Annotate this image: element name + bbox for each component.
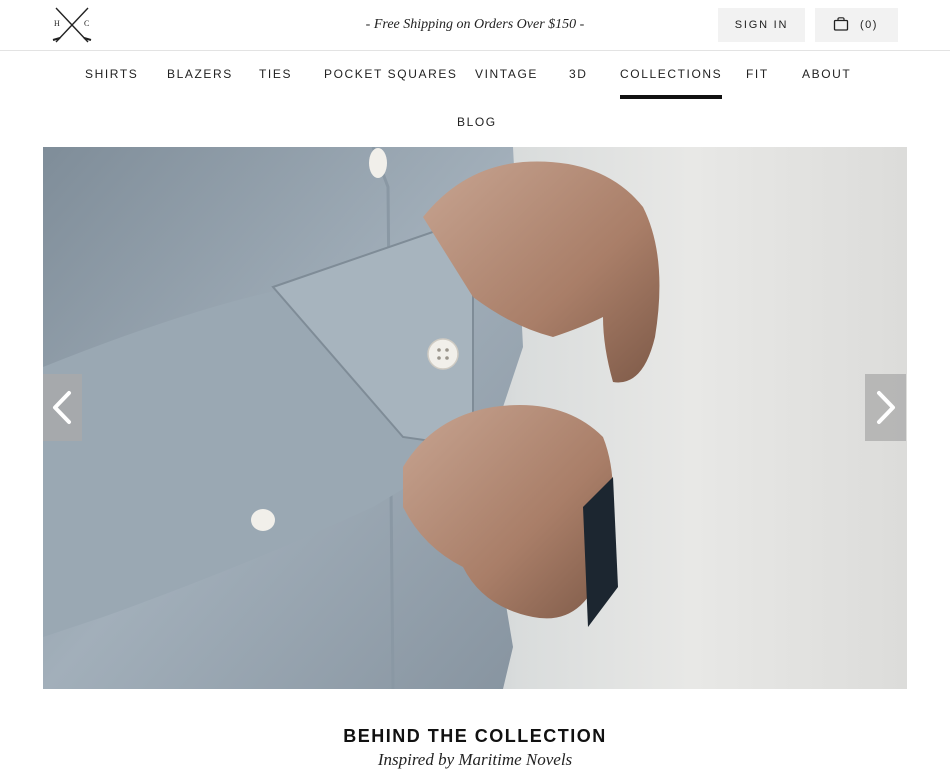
top-bar: H C - Free Shipping on Orders Over $150 … <box>0 0 950 51</box>
cart-count: (0) <box>860 19 878 31</box>
cart-button[interactable]: (0) <box>815 8 898 42</box>
nav-item-about[interactable]: ABOUT <box>802 67 851 81</box>
nav-item-3d[interactable]: 3D <box>569 67 588 81</box>
nav-item-vintage[interactable]: VINTAGE <box>475 67 538 81</box>
carousel-prev-button[interactable] <box>43 374 82 441</box>
hero-image <box>43 147 907 689</box>
collection-title: BEHIND THE COLLECTION <box>343 726 607 746</box>
carousel-next-button[interactable] <box>865 374 906 441</box>
chevron-left-icon <box>53 391 71 424</box>
main-navigation: SHIRTS BLAZERS TIES POCKET SQUARES VINTA… <box>0 51 950 146</box>
sign-in-button[interactable]: SIGN IN <box>718 8 805 42</box>
nav-item-pocket-squares[interactable]: POCKET SQUARES <box>324 67 458 81</box>
nav-item-shirts[interactable]: SHIRTS <box>85 67 138 81</box>
shirt-cuff-photo <box>43 147 660 689</box>
nav-item-blog[interactable]: BLOG <box>457 115 497 129</box>
shopping-bag-icon <box>833 17 849 31</box>
nav-item-collections[interactable]: COLLECTIONS <box>620 67 723 99</box>
nav-item-fit[interactable]: FIT <box>746 67 769 81</box>
nav-item-ties[interactable]: TIES <box>259 67 292 81</box>
free-shipping-banner: - Free Shipping on Orders Over $150 - <box>365 17 585 32</box>
nav-item-blazers[interactable]: BLAZERS <box>167 67 233 81</box>
collection-subtitle: Inspired by Maritime Novels <box>377 750 573 769</box>
chevron-right-icon <box>877 391 895 424</box>
